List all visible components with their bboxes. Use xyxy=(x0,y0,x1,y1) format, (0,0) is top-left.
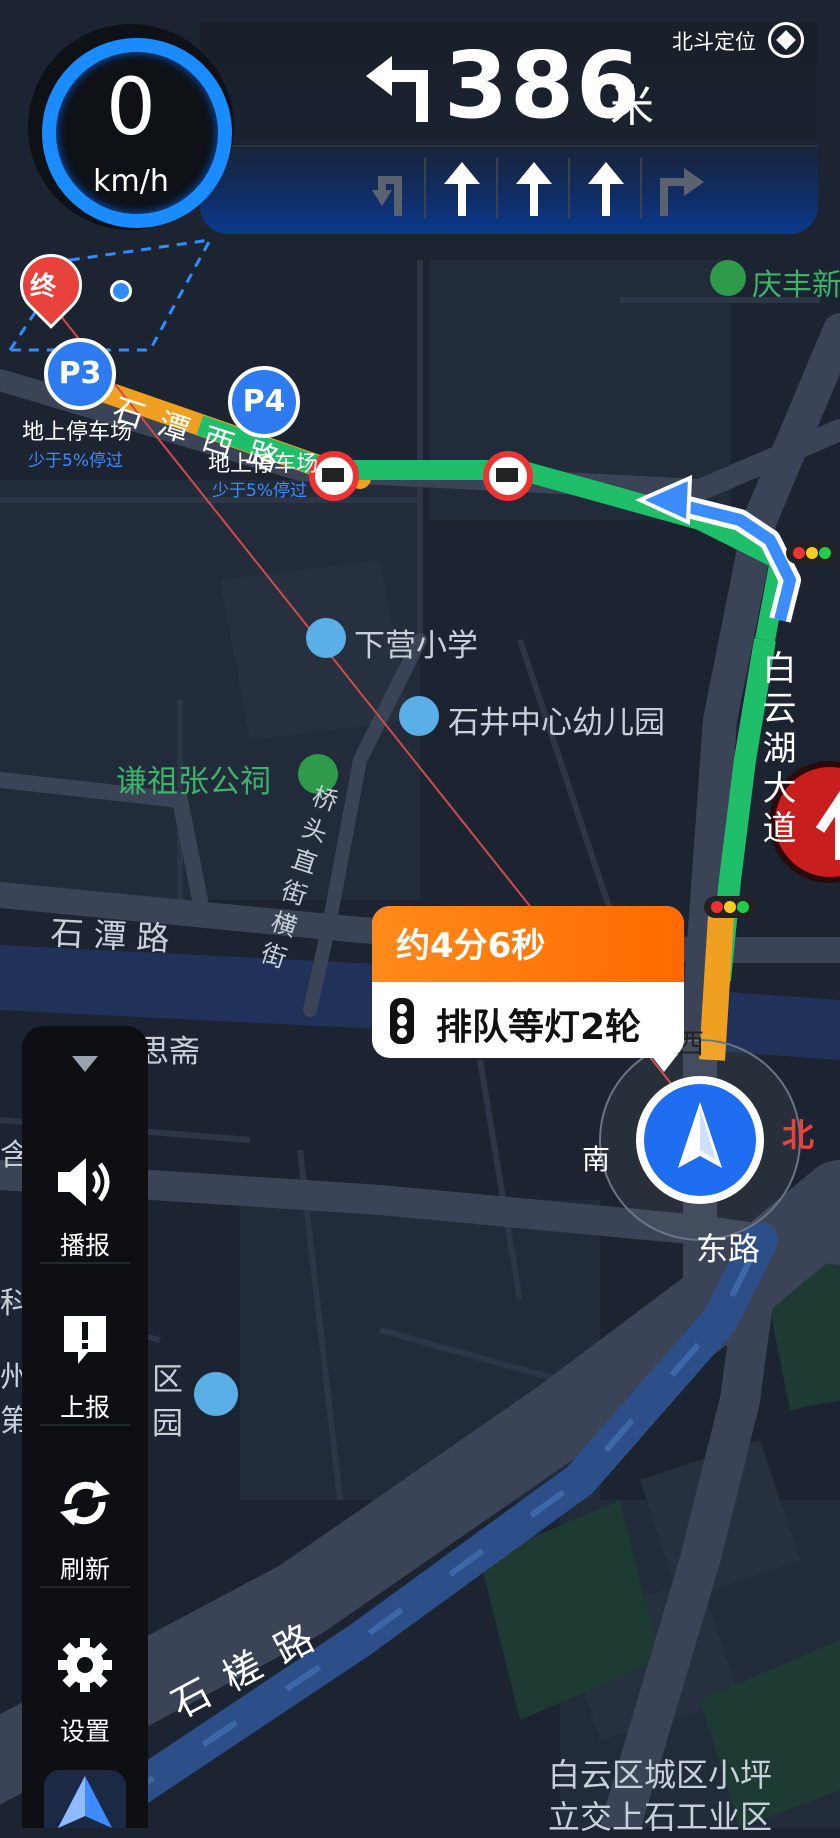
area-label-line1: 白云区城区小坪 xyxy=(548,1756,773,1794)
settings-button[interactable]: 设置 xyxy=(22,1612,148,1772)
eta-time: 约4分6秒 xyxy=(396,926,546,966)
poi-xiaying-school[interactable]: 下营小学 xyxy=(354,620,478,665)
collapse-chevron-icon[interactable] xyxy=(72,1056,98,1072)
settings-label: 设置 xyxy=(59,1717,110,1746)
poi-shijing-kindergarten[interactable]: 石井中心幼儿园 xyxy=(448,697,665,742)
lane-separators xyxy=(568,158,570,218)
report-icon xyxy=(58,1312,112,1368)
compass-north: 北 xyxy=(782,1116,815,1154)
positioning-label: 北斗定位 xyxy=(672,30,756,54)
eta-card-pointer xyxy=(650,1054,678,1072)
queue-info: 排队等灯2轮 xyxy=(436,1007,642,1048)
lane-separators xyxy=(424,158,426,218)
traffic-light-icon xyxy=(390,998,414,1044)
road-east: 东路 xyxy=(696,1230,761,1268)
parking-marker-p3[interactable]: P3 xyxy=(44,338,116,410)
lane-straight-icon xyxy=(512,160,556,216)
speed-unit: km/h xyxy=(93,164,169,199)
lane-straight-icon xyxy=(584,160,628,216)
location-dot xyxy=(110,280,132,302)
report-label: 上报 xyxy=(59,1393,110,1422)
refresh-label: 刷新 xyxy=(59,1555,110,1584)
lane-separators xyxy=(640,158,642,218)
toolbar-divider xyxy=(40,1424,130,1426)
speedometer: 0 km/h xyxy=(28,24,234,230)
eta-card[interactable]: 约4分6秒 排队等灯2轮 xyxy=(372,906,684,1058)
turn-left-icon xyxy=(360,46,440,126)
navigation-mode-icon[interactable] xyxy=(44,1770,126,1828)
broadcast-label: 播报 xyxy=(59,1231,110,1260)
left-fragment-5: 园 xyxy=(152,1406,183,1442)
lane-left-turn-icon xyxy=(370,160,414,216)
poi-qingfeng[interactable]: 庆丰新 xyxy=(752,260,840,304)
toolbar-divider xyxy=(40,1586,130,1588)
gear-icon xyxy=(56,1636,114,1694)
parking-p3-sub: 少于5%停过 xyxy=(28,451,123,471)
road-baiyunhu: 白云湖大道 xyxy=(756,650,796,850)
satellite-icon xyxy=(768,22,804,58)
side-toolbar: 播报 上报 刷新 设置 xyxy=(22,1026,148,1828)
compass-south: 南 xyxy=(582,1143,611,1176)
destination-label: 终 xyxy=(30,272,57,302)
lane-separators xyxy=(496,158,498,218)
refresh-icon xyxy=(56,1474,114,1532)
distance-unit: 米 xyxy=(610,81,654,132)
parking-p4-sub: 少于5%停过 xyxy=(212,481,307,501)
lane-right-turn-icon xyxy=(650,160,706,216)
poi-qianzu-hall[interactable]: 谦祖张公祠 xyxy=(116,756,271,801)
area-label-line2: 立交上石工业区 xyxy=(548,1798,773,1836)
lane-straight-icon xyxy=(440,160,484,216)
speaker-icon xyxy=(54,1154,118,1210)
left-fragment-4: 区 xyxy=(152,1362,183,1398)
toolbar-divider xyxy=(40,1262,130,1264)
guidance-divider xyxy=(200,145,818,147)
speed-value: 0 xyxy=(106,63,156,153)
road-shitan: 石潭路 xyxy=(49,912,181,959)
